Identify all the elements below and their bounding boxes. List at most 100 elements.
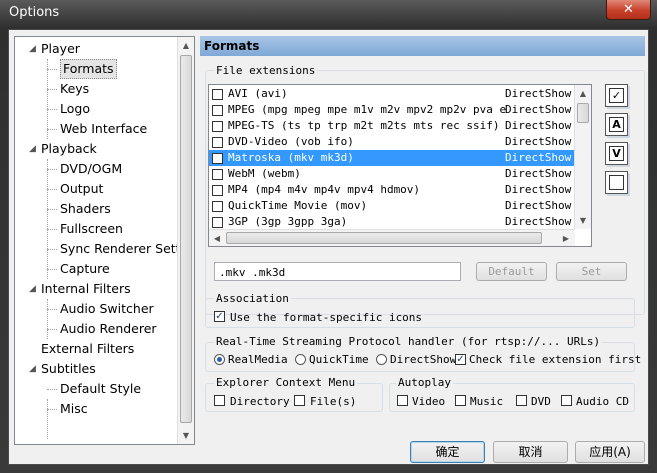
tree-item-playback[interactable]: Playback — [41, 139, 97, 159]
list-item[interactable]: QuickTime Movie (mov) DirectShow — [209, 198, 575, 214]
list-item[interactable]: MPEG (mpg mpeg mpe m1v m2v mpv2 mp2v pva… — [209, 102, 575, 118]
format-filter: DirectShow — [505, 135, 572, 148]
tree-item-shaders[interactable]: Shaders — [60, 199, 111, 219]
check-file-extension-checkbox[interactable]: ✓ — [455, 354, 466, 365]
file-extensions-label: File extensions — [214, 64, 318, 77]
tree-item-player[interactable]: Player — [41, 39, 80, 59]
tree-item-web-interface[interactable]: Web Interface — [60, 119, 147, 139]
list-item[interactable]: MP4 (mp4 m4v mp4v mpv4 hdmov) DirectShow — [209, 182, 575, 198]
list-item[interactable]: WebM (webm) DirectShow — [209, 166, 575, 182]
tree-item-external-filters[interactable]: External Filters — [41, 339, 134, 359]
tree-item-default-style[interactable]: Default Style — [60, 379, 141, 399]
format-name: MPEG (mpg mpeg mpe m1v m2v mpv2 mp2v pva… — [228, 103, 506, 116]
expand-toggle-icon[interactable]: ◢ — [29, 284, 38, 294]
radio-directshow[interactable] — [376, 354, 387, 365]
tree-item-sync-renderer-sett[interactable]: Sync Renderer Sett — [60, 239, 181, 259]
files-label: File(s) — [310, 395, 357, 408]
association-checkbox[interactable]: ✓ — [214, 311, 225, 322]
close-button[interactable]: ✕ — [606, 0, 651, 20]
select-audio-button[interactable]: A — [605, 113, 628, 136]
close-icon: ✕ — [623, 2, 634, 17]
format-checkbox[interactable] — [212, 185, 223, 196]
default-button[interactable]: Default — [476, 262, 547, 281]
tree-item-output[interactable]: Output — [60, 179, 103, 199]
autoplay-music-checkbox[interactable] — [455, 395, 466, 406]
select-all-button[interactable]: ✓ — [605, 84, 628, 107]
autoplay-audiocd-checkbox[interactable] — [561, 395, 572, 406]
radio-quicktime[interactable] — [295, 354, 306, 365]
format-filter: DirectShow — [505, 119, 572, 132]
format-checkbox[interactable] — [212, 89, 223, 100]
check-file-extension-label: Check file extension first — [469, 353, 642, 366]
scroll-down-arrow-icon[interactable]: ▼ — [178, 427, 194, 444]
association-checkbox-label: Use the format-specific icons — [230, 311, 423, 324]
list-item[interactable]: DVD-Video (vob ifo) DirectShow — [209, 134, 575, 150]
video-icon: V — [609, 146, 624, 161]
scroll-thumb[interactable] — [226, 232, 542, 244]
list-hscrollbar[interactable]: ◀ ▶ — [209, 229, 575, 246]
expand-toggle-icon[interactable]: ◢ — [29, 364, 38, 374]
tree-item-audio-renderer[interactable]: Audio Renderer — [60, 319, 157, 339]
autoplay-video-checkbox[interactable] — [397, 395, 408, 406]
tree-item-fullscreen[interactable]: Fullscreen — [60, 219, 123, 239]
tree-item-audio-switcher[interactable]: Audio Switcher — [60, 299, 154, 319]
rtsp-label: Real-Time Streaming Protocol handler (fo… — [214, 335, 603, 348]
tree-item-misc[interactable]: Misc — [60, 399, 88, 419]
tree-item-logo[interactable]: Logo — [60, 99, 90, 119]
radio-realmedia-label: RealMedia — [228, 353, 288, 366]
ok-button[interactable]: 确定 — [410, 441, 485, 463]
scroll-right-arrow-icon[interactable]: ▶ — [558, 230, 574, 246]
cancel-button[interactable]: 取消 — [493, 441, 568, 463]
format-checkbox[interactable] — [212, 201, 223, 212]
options-tree: Player ◢ Formats Keys Logo Web Interface Playb… — [14, 36, 195, 445]
clear-all-button[interactable] — [605, 171, 628, 194]
extension-input[interactable]: .mkv .mk3d — [214, 262, 461, 281]
list-item[interactable]: Matroska (mkv mk3d) DirectShow — [209, 150, 575, 166]
expand-toggle-icon[interactable]: ◢ — [29, 44, 38, 54]
autoplay-dvd-checkbox[interactable] — [516, 395, 527, 406]
list-item[interactable]: AVI (avi) DirectShow — [209, 86, 575, 102]
list-vscrollbar[interactable]: ▲ ▼ — [574, 85, 591, 229]
radio-realmedia[interactable] — [214, 354, 225, 365]
association-label: Association — [214, 292, 291, 305]
format-checkbox[interactable] — [212, 217, 223, 228]
format-checkbox[interactable] — [212, 105, 223, 116]
scroll-up-arrow-icon[interactable]: ▲ — [178, 37, 194, 54]
tree-item-dvd-ogm[interactable]: DVD/OGM — [60, 159, 122, 179]
format-checkbox[interactable] — [212, 153, 223, 164]
set-button[interactable]: Set — [556, 262, 627, 281]
select-video-button[interactable]: V — [605, 142, 628, 165]
scroll-left-arrow-icon[interactable]: ◀ — [209, 230, 225, 246]
radio-quicktime-label: QuickTime — [309, 353, 369, 366]
tree-item-subtitles[interactable]: Subtitles — [41, 359, 96, 379]
options-window: Options ✕ Player ◢ Formats Keys Logo Web Inte… — [0, 0, 657, 473]
tree-items: Player ◢ Formats Keys Logo Web Interface Playb… — [15, 37, 181, 444]
tree-item-capture[interactable]: Capture — [60, 259, 110, 279]
tree-scrollbar[interactable]: ▲ ▼ — [177, 37, 194, 444]
scroll-down-arrow-icon[interactable]: ▼ — [575, 212, 591, 229]
format-name: DVD-Video (vob ifo) — [228, 135, 354, 148]
autoplay-video-label: Video — [412, 395, 446, 408]
expand-toggle-icon[interactable]: ◢ — [29, 144, 38, 154]
scroll-up-arrow-icon[interactable]: ▲ — [575, 85, 591, 102]
tree-item-internal-filters[interactable]: Internal Filters — [41, 279, 131, 299]
clear-icon — [609, 175, 624, 190]
format-filter: DirectShow — [505, 199, 572, 212]
scroll-thumb[interactable] — [180, 55, 192, 423]
dialog-client-area: Player ◢ Formats Keys Logo Web Interface Playb… — [8, 29, 649, 465]
apply-button[interactable]: 应用(A) — [575, 441, 645, 463]
tree-item-formats[interactable]: Formats — [60, 59, 117, 79]
format-checkbox[interactable] — [212, 121, 223, 132]
format-filter: DirectShow — [505, 87, 572, 100]
list-item[interactable]: MPEG-TS (ts tp trp m2t m2ts mts rec ssif… — [209, 118, 575, 134]
check-all-icon: ✓ — [609, 88, 624, 103]
tree-item-keys[interactable]: Keys — [60, 79, 89, 99]
scroll-thumb[interactable] — [577, 103, 589, 123]
format-checkbox[interactable] — [212, 169, 223, 180]
list-item[interactable]: 3GP (3gp 3gpp 3ga) DirectShow — [209, 214, 575, 230]
format-checkbox[interactable] — [212, 137, 223, 148]
directory-checkbox[interactable] — [214, 395, 225, 406]
files-checkbox[interactable] — [294, 395, 305, 406]
title-bar[interactable]: Options ✕ — [0, 0, 657, 28]
format-name: QuickTime Movie (mov) — [228, 199, 368, 212]
